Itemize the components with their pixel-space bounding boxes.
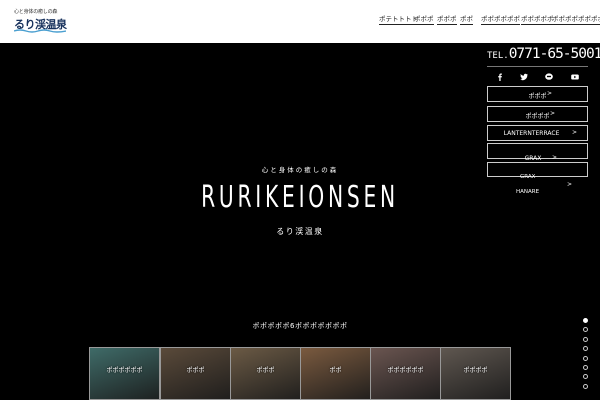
chevron-right-icon: > — [572, 129, 578, 136]
slider-dot[interactable] — [583, 365, 588, 370]
line-icon[interactable] — [544, 72, 553, 81]
side-button-lanternterrace[interactable]: LANTERNTERRACE > — [487, 125, 588, 141]
slider-dot[interactable] — [583, 318, 588, 323]
hero-subtitle: るり渓温泉 — [276, 227, 324, 236]
hero-title: RURIKEIONSEN — [201, 180, 399, 215]
nav-item-1[interactable]: ポテトトトト — [379, 15, 418, 25]
thumbnail-card-6[interactable]: ポポポポ — [440, 347, 511, 400]
tel-number: 0771-65-5001 — [508, 46, 600, 62]
side-button-1[interactable]: ポポポ > — [487, 86, 588, 102]
nav-item-2[interactable]: ポポポ — [414, 15, 434, 25]
section-heading: ポポポポポ6ポポポポポポポ — [252, 322, 348, 330]
tel-prefix: TEL. — [487, 51, 509, 61]
thumbnail-label: ポポポポ — [463, 367, 488, 374]
chevron-right-icon: > — [552, 154, 558, 161]
site-header: 心と身体の癒しの森 るり渓温泉 ポテトトトト ポポポ ポポポ ポポ ポポポポポポ… — [0, 0, 600, 43]
thumbnail-label: ポポ — [329, 367, 342, 374]
logo-tagline: 心と身体の癒しの森 — [14, 9, 58, 15]
logo-wave-icon — [14, 29, 66, 33]
thumbnail-label: ポポポ — [256, 367, 275, 374]
thumbnail-label: ポポポ — [186, 367, 205, 374]
nav-item-4[interactable]: ポポ — [460, 15, 473, 25]
slider-dot[interactable] — [583, 355, 588, 361]
thumbnail-card-4[interactable]: ポポ — [300, 347, 371, 400]
slider-dot[interactable] — [583, 374, 588, 380]
nav-item-3[interactable]: ポポポ — [437, 15, 457, 25]
twitter-icon[interactable] — [519, 72, 528, 81]
thumbnail-label: ポポポポポポ — [387, 367, 424, 374]
thumbnail-card-3[interactable]: ポポポ — [230, 347, 301, 400]
side-button-label: LANTERNTERRACE — [503, 130, 560, 137]
slider-dot[interactable] — [583, 383, 588, 389]
side-button-label: GRAX — [524, 155, 542, 162]
phone-number[interactable]: TEL.0771-65-5001 — [487, 46, 600, 64]
slider-dot[interactable] — [583, 336, 588, 342]
thumbnail-card-2[interactable]: ポポポ — [160, 347, 231, 400]
nav-item-5[interactable]: ポポポポポポ — [481, 15, 520, 25]
hero-catchphrase: 心と身体の癒しの森 — [261, 166, 339, 174]
side-button-label: ポポポポ — [525, 113, 550, 120]
chevron-right-icon: > — [550, 110, 556, 117]
thumbnail-card-5[interactable]: ポポポポポポ — [370, 347, 441, 400]
site-logo[interactable]: 心と身体の癒しの森 るり渓温泉 — [14, 8, 68, 34]
slider-dot[interactable] — [583, 346, 588, 352]
side-button-grax[interactable]: GRAX > — [487, 143, 588, 162]
nav-item-7[interactable]: ポポポポポポポポ — [552, 15, 600, 25]
facebook-icon[interactable] — [495, 72, 504, 81]
chevron-right-icon: > — [567, 181, 573, 188]
chevron-right-icon: > — [547, 90, 553, 97]
youtube-icon[interactable] — [570, 72, 579, 81]
side-button-2[interactable]: ポポポポ > — [487, 106, 588, 122]
nav-item-6[interactable]: ポポポポポ — [521, 15, 554, 25]
thumbnail-label: ポポポポポポ — [106, 367, 143, 374]
thumbnail-card-1[interactable]: ポポポポポポ — [89, 347, 160, 400]
side-button-label: ポポポ — [528, 93, 547, 100]
divider — [487, 66, 588, 67]
slider-dot[interactable] — [583, 327, 588, 333]
